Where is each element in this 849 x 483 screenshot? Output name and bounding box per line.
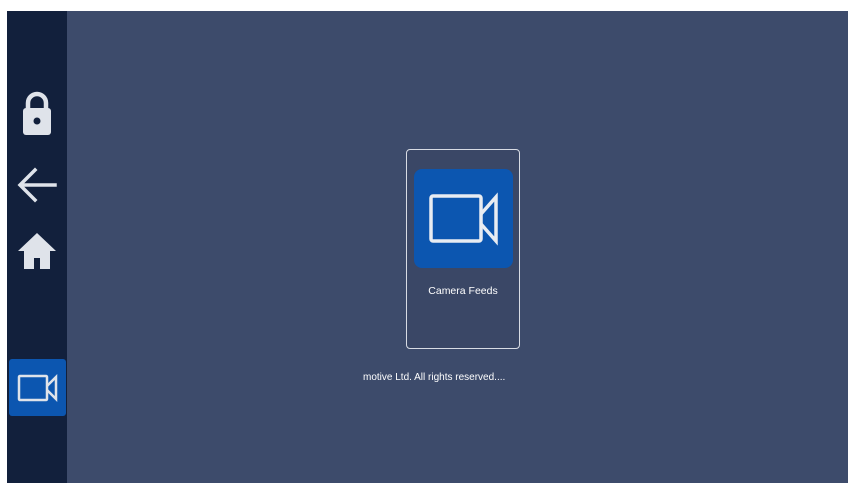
home-icon (18, 233, 56, 269)
arrow-left-icon (17, 167, 57, 203)
home-button[interactable] (7, 226, 67, 276)
back-button[interactable] (7, 160, 67, 210)
app-screen: Camera Feeds motive Ltd. All rights rese… (7, 11, 848, 483)
sidebar (7, 11, 67, 483)
sidebar-item-camera-feeds[interactable] (9, 359, 66, 416)
video-camera-icon (17, 373, 57, 402)
copyright-text: motive Ltd. All rights reserved.... (363, 372, 506, 383)
lock-button[interactable] (7, 87, 67, 137)
camera-feeds-tile[interactable]: Camera Feeds (406, 149, 520, 349)
lock-icon (23, 91, 51, 135)
video-camera-icon (428, 191, 498, 246)
camera-feeds-tile-icon-box (414, 169, 513, 268)
camera-feeds-label: Camera Feeds (428, 285, 498, 297)
